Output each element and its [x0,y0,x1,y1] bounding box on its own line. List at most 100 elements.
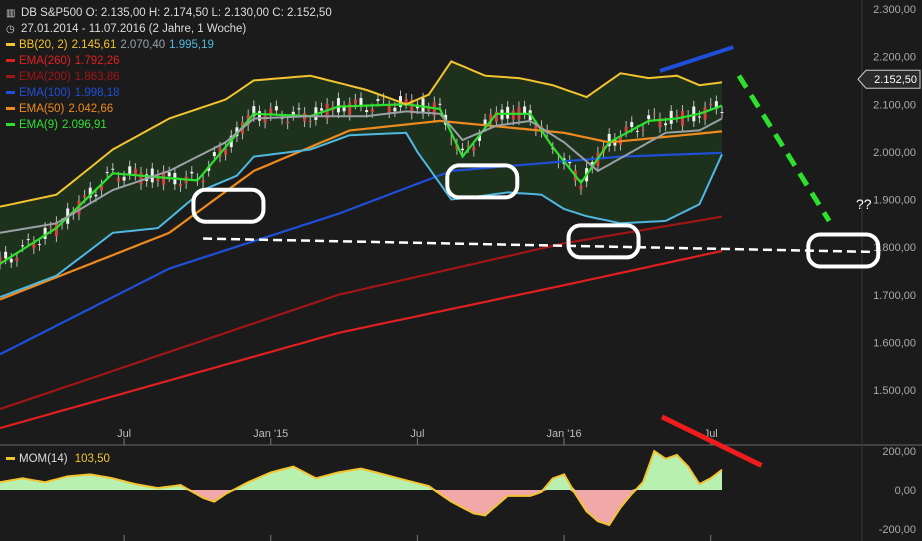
y-tick-label: 1.700,00 [873,290,916,302]
candle-body [635,130,639,132]
candle-body [438,103,442,105]
candle-body [697,116,701,118]
candle-body [116,177,120,182]
legend-row[interactable]: EMA(100) 1.998,18 [6,86,124,100]
chart-window: Jul Jan '15 Jul Jan '16 Jul 2.300,00 2.200,00 2… [0,0,922,541]
mom-label: MOM(14) [19,453,68,465]
candle-body [709,103,713,106]
candle-body [387,105,391,113]
legend-swatch [6,59,15,63]
candle-body [449,139,453,141]
y-tick-label: 2.200,00 [873,52,916,64]
candle-body [167,172,171,177]
candle-body [49,227,53,229]
candle-body [348,103,352,115]
mom-y-tick-label: 0,00 [895,485,916,497]
y-tick-label: 2.100,00 [873,99,916,111]
legend-label: BB(20, 2) [19,39,68,51]
candle-body [647,115,651,120]
legend-value: 2.145,61 [71,39,117,51]
candle-body [624,126,628,132]
up-trend-line [659,45,734,73]
y-tick-label: 1.500,00 [873,385,916,397]
legend-row[interactable]: EMA(9) 2.096,91 [6,118,111,132]
candle-body [15,257,19,262]
candle-body [320,108,324,111]
y-tick-label: 2.300,00 [873,4,916,16]
candle-body [201,180,205,183]
legend-row[interactable]: BB(20, 2) 2.145,61 2.070,40 1.995,19 [6,38,218,52]
candle-body [286,121,290,124]
candle-body [94,194,98,197]
legend-label: EMA(50) [19,103,65,115]
candle-body [720,112,724,114]
legend-swatch [6,107,15,111]
candle-body [26,239,30,241]
candle-body [511,110,515,120]
candle-body [190,171,194,174]
candle-body [641,129,645,132]
candle-body [664,123,668,126]
legend-value: 2.042,66 [68,103,114,115]
legend-swatch [6,75,15,79]
candle-body [427,108,431,111]
legend-label: EMA(100) [19,87,71,99]
range-line: ◷ 27.01.2014 - 11.07.2016 (2 Jahre, 1 Woc… [6,22,250,37]
candle-body [105,172,109,174]
candle-body [376,99,380,101]
candle-body [703,107,707,120]
legend-label: EMA(200) [19,71,71,83]
candle-body [308,121,312,123]
projection-line [736,74,832,223]
candle-body [382,98,386,100]
candle-body [128,166,132,175]
x-tick-label: Jan '15 [253,428,288,440]
y-tick-label: 1.600,00 [873,337,916,349]
candle-body [37,244,41,246]
candle-body [630,122,634,128]
legend-value: 1.792,26 [74,55,120,67]
legend-swatch [6,123,15,127]
candle-body [133,168,137,175]
price-chart-canvas[interactable]: Jul Jan '15 Jul Jan '16 Jul2.300,002.200,002… [0,0,922,541]
candle-body [139,172,143,185]
y-tick-label: 1.900,00 [873,195,916,207]
legend-value: 1.998,18 [74,87,120,99]
candle-body [111,168,115,170]
candle-body [297,108,301,110]
mom-legend: MOM(14) 103,50 [6,452,114,466]
legend-label: EMA(260) [19,55,71,67]
candle-body [359,97,363,106]
candle-body [4,251,8,259]
candle-body [122,176,126,181]
mom-y-tick-label: -200,00 [879,524,916,536]
legend-swatch [6,91,15,95]
legend-swatch [6,43,15,47]
series-line [0,249,723,430]
legend-row[interactable]: EMA(200) 1.863,86 [6,70,124,84]
clock-icon: ◷ [6,24,15,35]
symbol-ohlc: DB S&P500 O: 2.135,00 H: 2.174,50 L: 2.1… [21,7,332,19]
y-tick-label: 2.000,00 [873,147,916,159]
highlight-circle [806,232,881,269]
candle-body [404,98,408,104]
x-tick-label: Jan '16 [546,428,581,440]
candle-body [212,152,216,157]
candle-body [579,185,583,190]
candle-body [21,245,25,247]
price-badge: 2.152,50 [874,74,917,86]
legend-value: 1.995,19 [169,39,214,51]
candle-body [675,115,679,117]
candle-body [472,147,476,151]
candle-body [461,148,465,151]
legend-row[interactable]: EMA(260) 1.792,26 [6,54,124,68]
mom-value: 103,50 [74,453,110,465]
candle-body [336,98,340,113]
highlight-circle [191,187,266,224]
legend-value: 1.863,86 [74,71,120,83]
legend-value: 2.070,40 [120,39,166,51]
legend-value: 2.096,91 [61,119,107,131]
question-marks: ?? [856,196,872,212]
candle-body [353,99,357,104]
legend-row[interactable]: EMA(50) 2.042,66 [6,102,117,116]
